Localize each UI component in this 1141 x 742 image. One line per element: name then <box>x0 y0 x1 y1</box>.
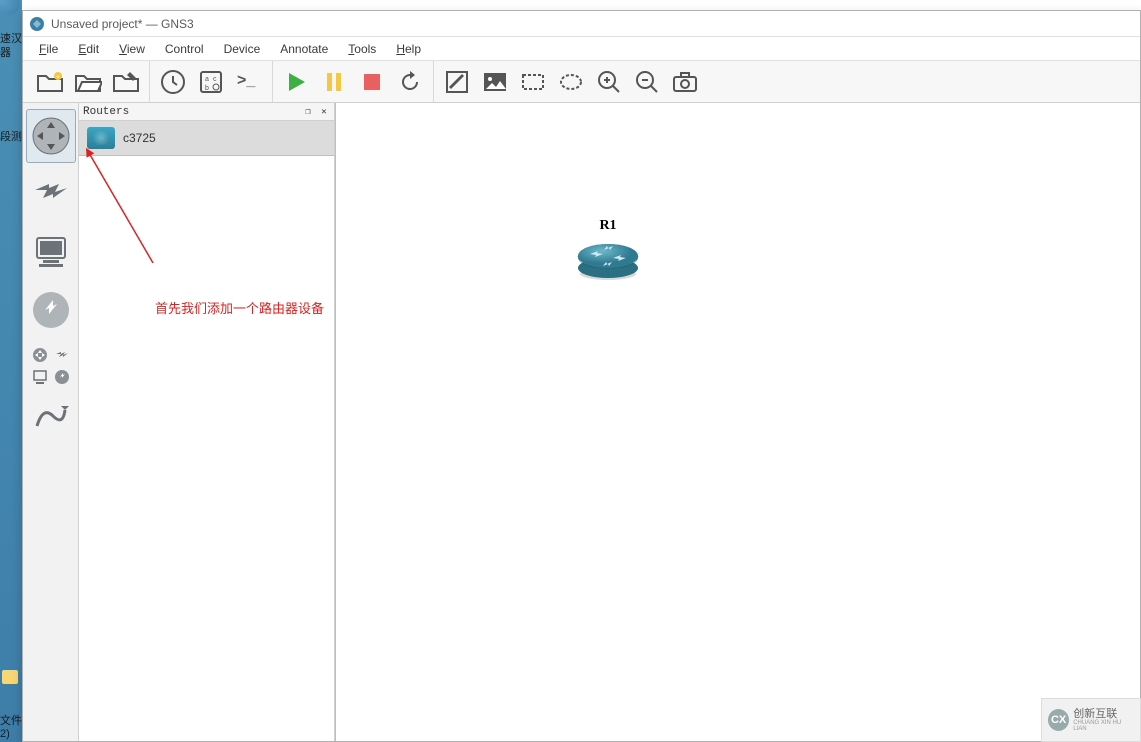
toolbar: + acb >_ <box>23 61 1140 103</box>
new-project-button[interactable]: + <box>31 63 69 101</box>
menu-edit[interactable]: Edit <box>68 39 109 59</box>
palette-switches-button[interactable] <box>26 167 76 221</box>
toolbar-group-control <box>272 61 433 102</box>
menu-file[interactable]: File <box>29 39 68 59</box>
note-button[interactable] <box>438 63 476 101</box>
desktop-blob <box>0 0 20 15</box>
window-title: Unsaved project* — GNS3 <box>51 17 194 31</box>
save-project-button[interactable] <box>107 63 145 101</box>
palette-end-devices-button[interactable] <box>26 225 76 279</box>
toolbar-group-annotate <box>433 61 708 102</box>
menu-bar: File Edit View Control Device Annotate T… <box>23 37 1140 61</box>
panel-close-button[interactable]: ✕ <box>318 106 330 118</box>
menu-help[interactable]: Help <box>386 39 431 59</box>
annotation-text: 首先我们添加一个路由器设备 <box>155 298 324 317</box>
routers-panel-header: Routers ❐ ✕ <box>79 103 334 121</box>
reload-button[interactable] <box>391 63 429 101</box>
app-window: Unsaved project* — GNS3 File Edit View C… <box>22 10 1141 742</box>
menu-control[interactable]: Control <box>155 39 214 59</box>
svg-text:b: b <box>205 85 209 92</box>
svg-text:+: + <box>56 75 60 81</box>
pause-button[interactable] <box>315 63 353 101</box>
show-labels-button[interactable]: acb <box>192 63 230 101</box>
stop-button[interactable] <box>353 63 391 101</box>
desktop-text-mid: 段测 <box>0 128 22 144</box>
toolbar-group-file: + <box>27 61 149 102</box>
toolbar-group-snapshot: acb >_ <box>149 61 272 102</box>
zoom-out-button[interactable] <box>628 63 666 101</box>
router-item-label: c3725 <box>123 131 156 145</box>
open-project-button[interactable] <box>69 63 107 101</box>
palette-all-devices-button[interactable] <box>26 341 76 391</box>
panel-float-button[interactable]: ❐ <box>302 106 314 118</box>
image-button[interactable] <box>476 63 514 101</box>
snapshot-button[interactable] <box>154 63 192 101</box>
zoom-in-button[interactable] <box>590 63 628 101</box>
svg-text:a: a <box>205 76 209 83</box>
palette-routers-button[interactable] <box>26 109 76 163</box>
rectangle-button[interactable] <box>514 63 552 101</box>
watermark-subtext: CHUANG XIN HU LIAN <box>1073 720 1134 732</box>
desktop-text-top: 速汉 器 <box>0 32 22 60</box>
canvas-area[interactable]: R1 <box>335 103 1140 741</box>
node-label: R1 <box>576 218 640 234</box>
title-bar: Unsaved project* — GNS3 <box>23 11 1140 37</box>
svg-text:>_: >_ <box>237 72 256 89</box>
annotation-arrow <box>83 143 183 273</box>
app-icon <box>29 16 45 32</box>
screenshot-button[interactable] <box>666 63 704 101</box>
svg-text:c: c <box>213 76 217 83</box>
watermark: CX 创新互联 CHUANG XIN HU LIAN <box>1041 698 1141 742</box>
palette-security-button[interactable] <box>26 283 76 337</box>
content-area: Routers ❐ ✕ c3725 首先我们添加一个路由 <box>23 103 1140 741</box>
start-button[interactable] <box>277 63 315 101</box>
watermark-text: 创新互联 <box>1073 709 1134 720</box>
router-node-icon <box>576 238 640 278</box>
desktop-text-bottom: 文件 2) <box>0 715 22 741</box>
routers-panel: Routers ❐ ✕ c3725 首先我们添加一个路由 <box>79 103 335 741</box>
console-button[interactable]: >_ <box>230 63 268 101</box>
router-item-c3725[interactable]: c3725 <box>79 121 334 156</box>
menu-tools[interactable]: Tools <box>338 39 386 59</box>
ellipse-button[interactable] <box>552 63 590 101</box>
device-palette <box>23 103 79 741</box>
canvas-node-r1[interactable]: R1 <box>576 218 640 278</box>
folder-icon[interactable] <box>2 670 18 684</box>
menu-annotate[interactable]: Annotate <box>270 39 338 59</box>
desktop-left-edge: 速汉 器 段测 文件 2) <box>0 0 22 742</box>
watermark-logo: CX <box>1048 709 1069 731</box>
router-device-icon <box>87 127 115 149</box>
menu-device[interactable]: Device <box>214 39 271 59</box>
routers-panel-title: Routers <box>83 106 129 118</box>
menu-view[interactable]: View <box>109 39 155 59</box>
palette-link-button[interactable] <box>26 391 76 445</box>
